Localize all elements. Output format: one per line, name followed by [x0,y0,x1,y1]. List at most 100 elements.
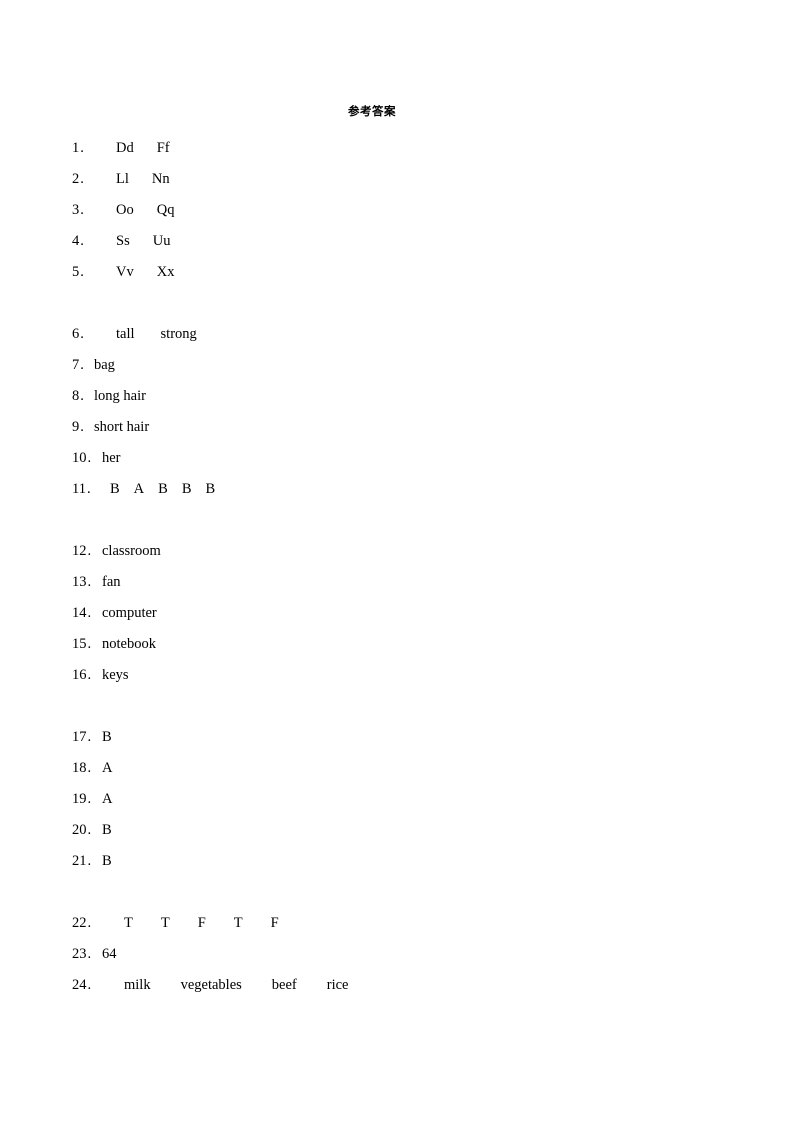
answer-values: fan [97,567,121,598]
answer-number: 23. [72,939,97,970]
answer-line: 4. Ss Uu [72,226,712,257]
answer-value: bag [94,357,115,373]
answer-number: 2. [72,164,89,195]
answer-number-period: . [86,481,91,497]
answer-value: short hair [94,419,150,435]
answer-line: 19. A [72,784,712,815]
answer-value: B [158,481,168,497]
answer-line: 13. fan [72,567,712,598]
answer-number: 20. [72,815,97,846]
answer-line: 2. Ll Nn [72,164,712,195]
answer-values: tall strong [89,319,197,350]
answer-number: 12. [72,536,97,567]
answer-value: T [233,915,243,931]
answer-number: 13. [72,567,97,598]
answer-value: Qq [156,202,175,218]
answer-values: notebook [97,629,156,660]
answer-number-period: . [87,729,92,745]
answer-values: Oo Qq [89,195,174,226]
answer-values: B [97,815,112,846]
answer-value: keys [102,667,129,683]
answer-list: 1. Dd Ff 2. Ll Nn 3. Oo Qq 4. Ss Uu 5. Vv Xx 6. tall stro… [72,133,712,1001]
answer-value: B [205,481,216,497]
answer-number-period: . [87,946,92,962]
answer-line: 24. milk vegetables beef rice [72,970,712,1001]
answer-value: Dd [116,140,134,156]
answer-line: 9. short hair [72,412,712,443]
answer-number: 16. [72,660,97,691]
answer-value: B [110,481,120,497]
answer-values: keys [97,660,129,691]
answer-value: F [197,915,206,931]
answer-values: her [97,443,121,474]
answer-value: Uu [152,233,171,249]
answer-values: classroom [97,536,161,567]
answer-values: 64 [97,939,117,970]
answer-value: Ff [156,140,170,156]
answer-number-period: . [80,264,84,280]
answer-values: B [97,722,112,753]
answer-number: 8. [72,381,89,412]
answer-value: A [102,760,113,776]
answer-line: 18. A [72,753,712,784]
answer-line: 11. B A B B B [72,474,712,505]
answer-number: 10. [72,443,97,474]
answer-line: 15. notebook [72,629,712,660]
answer-value: rice [326,977,349,993]
answer-number-period: . [80,388,84,404]
answer-number: 1. [72,133,89,164]
answer-number: 24. [72,970,97,1001]
answer-value: fan [102,574,121,590]
answer-number-period: . [87,574,92,590]
answer-value: long hair [94,388,146,404]
answer-line: 23. 64 [72,939,712,970]
answer-values: Ss Uu [89,226,170,257]
answer-line: 1. Dd Ff [72,133,712,164]
answer-line: 8. long hair [72,381,712,412]
answer-values: long hair [89,381,146,412]
answer-number: 11. [72,474,97,505]
answer-values: A [97,784,112,815]
answer-number: 14. [72,598,97,629]
answer-number-period: . [87,791,92,807]
answer-number: 6. [72,319,89,350]
answer-number: 7. [72,350,89,381]
answer-number-period: . [87,605,92,621]
answer-number: 9. [72,412,89,443]
answer-number-period: . [80,233,84,249]
answer-values: BABBB [97,474,215,505]
answer-values: Vv Xx [89,257,174,288]
answer-number: 19. [72,784,97,815]
answer-value: notebook [102,636,156,652]
answer-number-period: . [80,326,84,342]
answer-value: her [102,450,121,466]
answer-values: short hair [89,412,149,443]
answer-values: Dd Ff [89,133,170,164]
answer-number: 17. [72,722,97,753]
answer-values: Ll Nn [89,164,170,195]
answer-number: 3. [72,195,89,226]
answer-number-period: . [87,822,92,838]
answer-value: A [133,481,145,497]
answer-number: 4. [72,226,89,257]
answer-line: 3. Oo Qq [72,195,712,226]
answer-line: 10. her [72,443,712,474]
answer-number: 21. [72,846,97,877]
answer-number-period: . [80,171,84,187]
answer-value: beef [271,977,297,993]
answer-values: B [97,846,112,877]
answer-value: tall [116,326,135,342]
answer-value: B [102,729,112,745]
answer-line: 14. computer [72,598,712,629]
answer-line: 5. Vv Xx [72,257,712,288]
answer-number-period: . [87,543,92,559]
answer-number-period: . [80,357,84,373]
answer-value: Oo [116,202,134,218]
answer-number-period: . [80,140,84,156]
answer-number-period: . [87,977,92,993]
answer-value: 64 [102,946,117,962]
answer-line: 16. keys [72,660,712,691]
answer-value: B [181,481,192,497]
answer-value: Ss [116,233,130,249]
answer-value: milk [124,977,151,993]
